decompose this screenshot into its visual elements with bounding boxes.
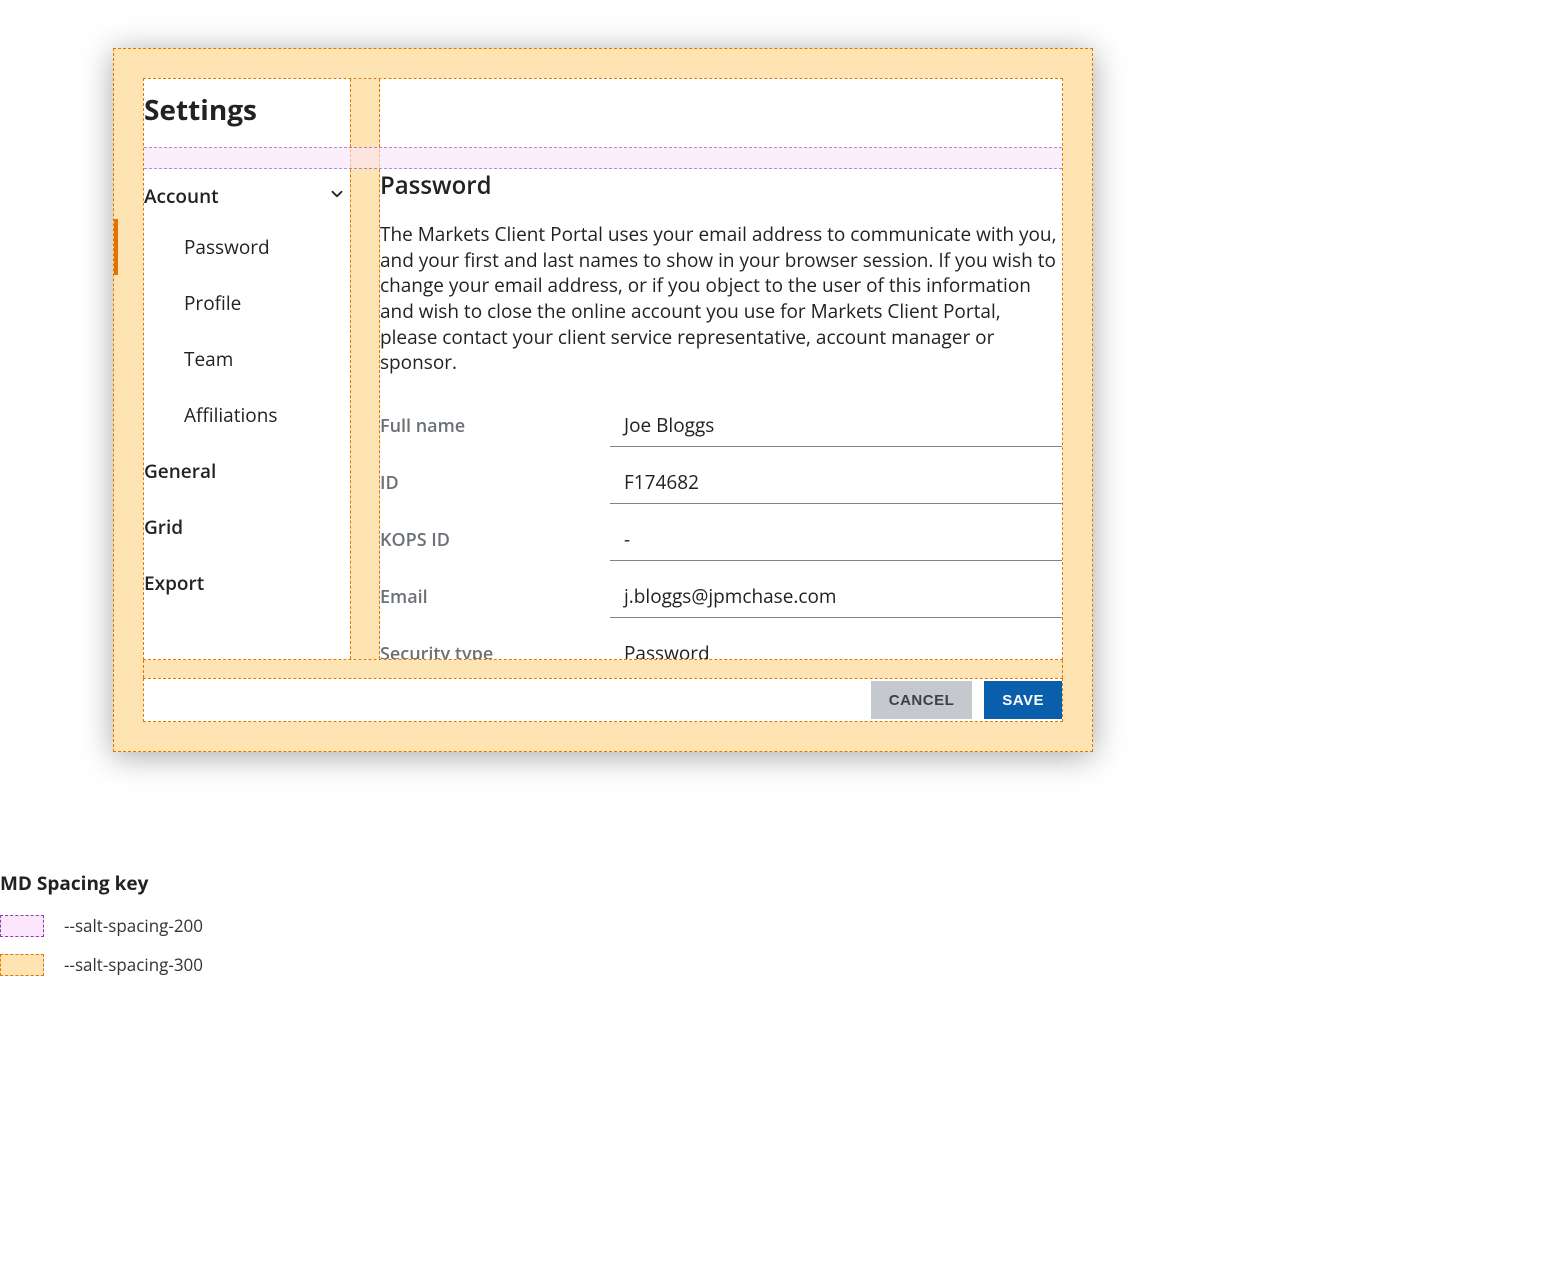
sidebar-item-export[interactable]: Export	[144, 555, 350, 611]
dialog-footer: CANCEL SAVE	[143, 678, 1063, 722]
security-type-field[interactable]: Password	[610, 632, 1062, 659]
form-row-kops-id: KOPS ID -	[380, 518, 1062, 561]
legend-label: --salt-spacing-300	[64, 953, 203, 976]
sidebar-group-label: Account	[144, 183, 219, 209]
legend-row-200: --salt-spacing-200	[0, 914, 203, 937]
field-label: Full name	[380, 414, 610, 438]
spacing-legend: MD Spacing key --salt-spacing-200 --salt…	[0, 870, 203, 992]
sidebar-item-label: Export	[144, 570, 204, 596]
field-label: Security type	[380, 642, 610, 659]
id-field[interactable]: F174682	[610, 461, 1062, 504]
sidebar-item-label: Grid	[144, 514, 183, 540]
save-button[interactable]: SAVE	[984, 681, 1062, 719]
legend-row-300: --salt-spacing-300	[0, 953, 203, 976]
form-row-security-type: Security type Password	[380, 632, 1062, 659]
sidebar-item-affiliations[interactable]: Affiliations	[144, 387, 350, 443]
settings-dialog: Settings Account Password Profile Team	[113, 48, 1093, 752]
sidebar-item-label: Affiliations	[184, 402, 277, 428]
sidebar-item-label: General	[144, 458, 216, 484]
sidebar-item-profile[interactable]: Profile	[144, 275, 350, 331]
sidebar-item-grid[interactable]: Grid	[144, 499, 350, 555]
content-description: The Markets Client Portal uses your emai…	[380, 222, 1062, 376]
spacing-300-row	[143, 660, 1063, 678]
form-row-id: ID F174682	[380, 461, 1062, 504]
legend-label: --salt-spacing-200	[64, 914, 203, 937]
field-label: Email	[380, 585, 610, 609]
sidebar-item-label: Team	[184, 346, 233, 372]
chevron-down-icon	[328, 183, 346, 209]
legend-swatch-orange	[0, 954, 44, 976]
sidebar-item-label: Password	[184, 234, 270, 260]
page-title: Settings	[144, 79, 350, 137]
content-heading: Password	[380, 79, 1062, 202]
sidebar-group-account[interactable]: Account	[144, 173, 350, 219]
full-name-field[interactable]: Joe Bloggs	[610, 404, 1062, 447]
field-label: KOPS ID	[380, 528, 610, 552]
form-row-email: Email j.bloggs@jpmchase.com	[380, 575, 1062, 618]
cancel-button[interactable]: CANCEL	[871, 681, 973, 719]
email-field[interactable]: j.bloggs@jpmchase.com	[610, 575, 1062, 618]
field-label: ID	[380, 471, 610, 495]
form-row-full-name: Full name Joe Bloggs	[380, 404, 1062, 447]
spacing-200-band	[144, 147, 1062, 169]
sidebar-item-general[interactable]: General	[144, 443, 350, 499]
sidebar-item-team[interactable]: Team	[144, 331, 350, 387]
legend-title: MD Spacing key	[0, 870, 203, 896]
dialog-inner: Settings Account Password Profile Team	[143, 78, 1063, 660]
sidebar-item-password[interactable]: Password	[144, 219, 350, 275]
kops-id-field[interactable]: -	[610, 518, 1062, 561]
sidebar-nav: Account Password Profile Team Affiliatio…	[144, 173, 350, 611]
legend-swatch-pink	[0, 915, 44, 937]
sidebar-item-label: Profile	[184, 290, 241, 316]
